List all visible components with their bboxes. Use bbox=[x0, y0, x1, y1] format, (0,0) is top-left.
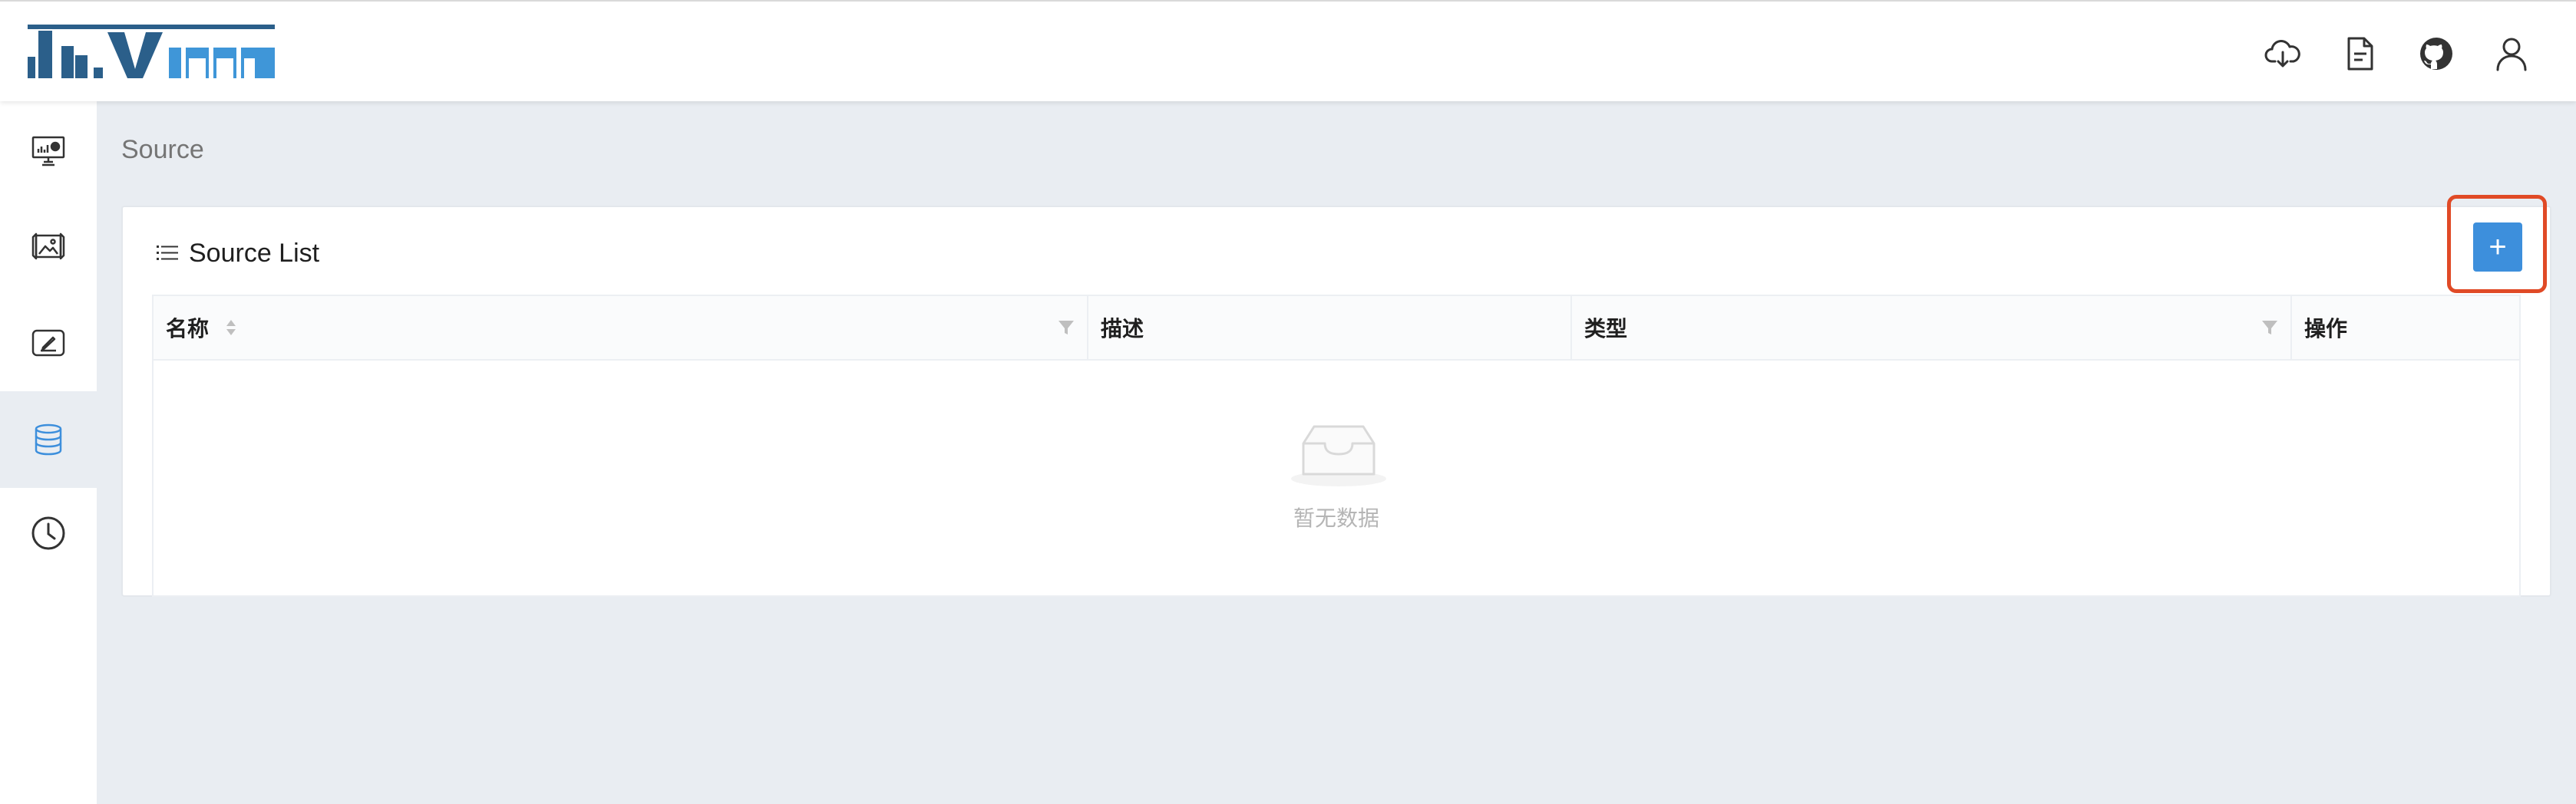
source-list-card: Source List 名称 描述 类型 操作 暂无数据 bbox=[121, 206, 2551, 597]
edit-screen-icon bbox=[31, 329, 65, 357]
table-header: 名称 描述 类型 操作 bbox=[154, 296, 2519, 361]
sidebar bbox=[0, 101, 97, 804]
sort-icon[interactable] bbox=[224, 317, 238, 338]
add-source-button[interactable]: + bbox=[2473, 222, 2522, 272]
empty-text: 暂无数据 bbox=[1293, 506, 1379, 530]
column-header-description[interactable]: 描述 bbox=[1088, 296, 1572, 359]
empty-inbox-icon bbox=[1291, 425, 1386, 486]
database-icon bbox=[35, 423, 62, 456]
monitor-chart-icon bbox=[31, 136, 65, 166]
card-title: Source List bbox=[189, 238, 320, 268]
github-icon[interactable] bbox=[2418, 35, 2455, 72]
card-header: Source List bbox=[155, 235, 319, 272]
sidebar-item-view[interactable] bbox=[0, 295, 97, 391]
sidebar-item-widget[interactable] bbox=[0, 198, 97, 295]
column-header-name[interactable]: 名称 bbox=[154, 296, 1088, 359]
sidebar-item-schedule[interactable] bbox=[0, 485, 97, 582]
filter-icon[interactable] bbox=[1058, 319, 1075, 336]
column-header-type[interactable]: 类型 bbox=[1572, 296, 2292, 359]
document-icon[interactable] bbox=[2341, 35, 2378, 72]
user-icon[interactable] bbox=[2493, 35, 2530, 72]
sidebar-item-dashboard[interactable] bbox=[0, 101, 97, 198]
clock-icon bbox=[31, 516, 65, 550]
column-header-actions: 操作 bbox=[2292, 296, 2519, 359]
column-label: 描述 bbox=[1101, 317, 1144, 341]
column-label: 类型 bbox=[1584, 317, 1628, 341]
column-label: 操作 bbox=[2304, 317, 2348, 341]
top-header bbox=[0, 0, 2576, 101]
page-title: Source bbox=[121, 135, 204, 164]
empty-state: 暂无数据 bbox=[154, 361, 2519, 595]
filter-icon[interactable] bbox=[2261, 319, 2278, 336]
cloud-download-icon[interactable] bbox=[2264, 35, 2301, 72]
image-frame-icon bbox=[31, 232, 65, 260]
source-table: 名称 描述 类型 操作 暂无数据 bbox=[152, 295, 2521, 597]
sidebar-item-source[interactable] bbox=[0, 391, 97, 488]
column-label: 名称 bbox=[166, 317, 210, 341]
unordered-list-icon bbox=[157, 245, 178, 260]
